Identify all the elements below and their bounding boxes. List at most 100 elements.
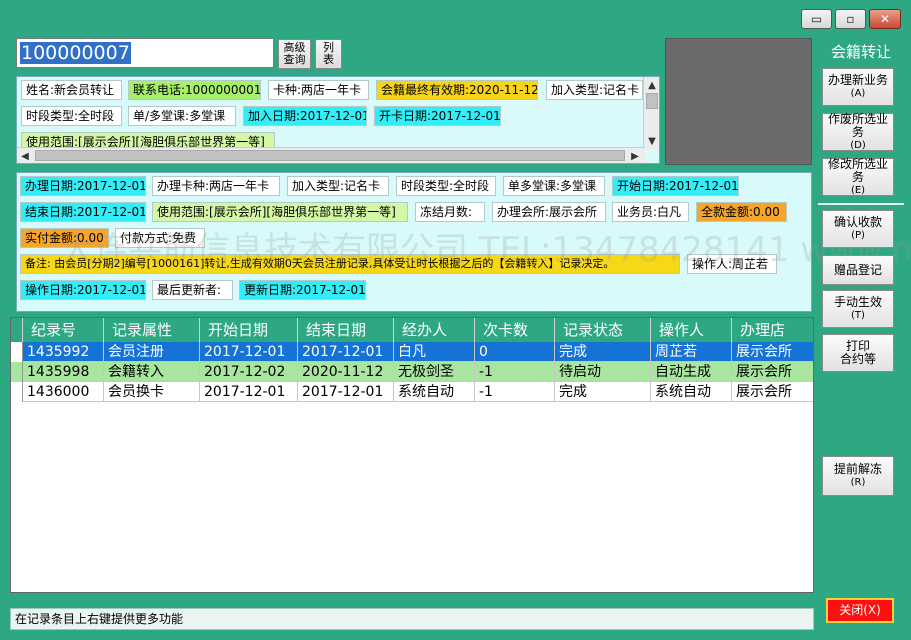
confirm-payment-button[interactable]: 确认收款 (P) [822, 210, 894, 248]
print-contract-label: 打印 合约等 [839, 339, 876, 366]
column-header[interactable]: 经办人 [394, 318, 475, 342]
detail-operation-date: 操作日期:2017-12-01 [20, 280, 146, 300]
member-time-type: 时段类型:全时段 [21, 106, 122, 126]
table-cell: 2017-12-01 [200, 382, 298, 402]
void-business-button[interactable]: 作废所选业务 (D) [822, 111, 894, 151]
records-table[interactable]: 纪录号 记录属性 开始日期 结束日期 经办人 次卡数 记录状态 操作人 办理店 … [10, 317, 814, 593]
h-scroll-thumb[interactable] [35, 150, 625, 161]
scroll-right-icon[interactable]: ▶ [627, 148, 643, 163]
scroll-up-icon[interactable]: ▲ [644, 77, 659, 93]
member-card-type: 卡种:两店一年卡 [268, 80, 369, 100]
table-row[interactable]: 1435992 会员注册 2017-12-01 2017-12-01 白凡 0 … [11, 342, 813, 362]
detail-total-amount: 全款金额:0.00 [696, 202, 787, 222]
table-cell: 1435998 [23, 362, 104, 382]
detail-handle-date: 办理日期:2017-12-01 [20, 176, 146, 196]
minimize-icon: ▭ [810, 12, 823, 26]
table-cell: 会员换卡 [104, 382, 200, 402]
info-vertical-scrollbar[interactable]: ▲ ▼ [643, 77, 659, 149]
print-contract-button[interactable]: 打印 合约等 [822, 334, 894, 372]
unfreeze-shortcut: (R) [850, 477, 866, 488]
detail-payment-method: 付款方式:免费 [115, 228, 205, 248]
detail-remark: 备注: 由会员[分期2]编号[1000161]转让,生成有效期0天会员注册记录,… [20, 254, 680, 274]
scroll-down-icon[interactable]: ▼ [644, 133, 659, 149]
table-cell: 1436000 [23, 382, 104, 402]
detail-last-updater: 最后更新者: [152, 280, 233, 300]
column-header[interactable]: 纪录号 [23, 318, 104, 342]
unfreeze-button[interactable]: 提前解冻 (R) [822, 456, 894, 496]
detail-frozen-months: 冻结月数: [415, 202, 485, 222]
table-cell: 展示会所 [732, 342, 813, 362]
table-cell: 2017-12-01 [298, 342, 394, 362]
row-selector[interactable] [11, 362, 23, 382]
gift-register-button[interactable]: 赠品登记 [822, 255, 894, 285]
table-cell: 待启动 [555, 362, 651, 382]
detail-operator: 操作人:周芷若 [687, 254, 777, 274]
member-open-date: 开卡日期:2017-12-01 [374, 106, 501, 126]
table-cell: 完成 [555, 342, 651, 362]
table-cell: 2020-11-12 [298, 362, 394, 382]
table-cell: 会籍转入 [104, 362, 200, 382]
detail-update-date: 更新日期:2017-12-01 [239, 280, 366, 300]
column-header[interactable]: 开始日期 [200, 318, 298, 342]
scroll-thumb[interactable] [646, 93, 658, 109]
confirm-payment-label: 确认收款 [833, 215, 882, 229]
close-icon: ✕ [879, 12, 891, 26]
column-header[interactable]: 记录状态 [555, 318, 651, 342]
modify-business-shortcut: (E) [850, 184, 866, 196]
detail-handle-club: 办理会所:展示会所 [492, 202, 606, 222]
table-cell: -1 [475, 362, 555, 382]
status-bar: 在记录条目上右键提供更多功能 [10, 608, 814, 630]
table-cell: 周芷若 [651, 342, 732, 362]
modify-business-button[interactable]: 修改所选业务 (E) [822, 156, 894, 196]
void-business-label: 作废所选业务 [827, 111, 888, 139]
detail-scope: 使用范围:[展示会所][海胆俱乐部世界第一等] [152, 202, 408, 222]
manual-effect-button[interactable]: 手动生效 (T) [822, 290, 894, 328]
member-name: 姓名:新会员转让 [21, 80, 122, 100]
info-horizontal-scrollbar[interactable]: ◀ ▶ [17, 147, 645, 163]
detail-end-date: 结束日期:2017-12-01 [20, 202, 146, 222]
table-cell: 自动生成 [651, 362, 732, 382]
column-header[interactable]: 操作人 [651, 318, 732, 342]
member-join-date: 加入日期:2017-12-01 [243, 106, 367, 126]
close-button[interactable]: 关闭(X) [826, 598, 894, 623]
member-info-panel: 姓名:新会员转让 联系电话:10000000011 卡种:两店一年卡 会籍最终有… [16, 76, 660, 164]
row-selector[interactable] [11, 342, 23, 362]
panel-separator [818, 203, 904, 205]
table-cell: 展示会所 [732, 362, 813, 382]
table-row[interactable]: 1435998 会籍转入 2017-12-02 2020-11-12 无极剑圣 … [11, 362, 813, 382]
minimize-button[interactable]: ▭ [801, 9, 832, 29]
detail-paid-amount: 实付金额:0.00 [20, 228, 109, 248]
restore-icon: ▫ [846, 12, 855, 26]
advanced-search-button[interactable]: 高级 查询 [278, 39, 311, 69]
table-cell: 会员注册 [104, 342, 200, 362]
gift-register-label: 赠品登记 [833, 262, 882, 277]
member-class-type: 单/多堂课:多堂课 [128, 106, 236, 126]
unfreeze-label: 提前解冻 [833, 462, 882, 476]
detail-join-type: 加入类型:记名卡 [287, 176, 389, 196]
table-cell: 完成 [555, 382, 651, 402]
new-business-button[interactable]: 办理新业务 (A) [822, 68, 894, 106]
column-header[interactable]: 次卡数 [475, 318, 555, 342]
table-cell: -1 [475, 382, 555, 402]
table-cell: 1435992 [23, 342, 104, 362]
new-business-shortcut: (A) [850, 88, 866, 99]
member-search-input[interactable]: 100000007 [16, 38, 274, 68]
row-selector[interactable] [11, 382, 23, 402]
member-phone: 联系电话:10000000011 [128, 80, 261, 100]
table-row[interactable]: 1436000 会员换卡 2017-12-01 2017-12-01 系统自动 … [11, 382, 813, 402]
column-header[interactable]: 记录属性 [104, 318, 200, 342]
table-cell: 无极剑圣 [394, 362, 475, 382]
column-header[interactable]: 办理店 [732, 318, 813, 342]
manual-effect-label: 手动生效 [833, 295, 882, 309]
modify-business-label: 修改所选业务 [827, 156, 888, 184]
detail-salesperson: 业务员:白凡 [612, 202, 689, 222]
column-header[interactable]: 结束日期 [298, 318, 394, 342]
detail-time-type: 时段类型:全时段 [396, 176, 496, 196]
restore-button[interactable]: ▫ [835, 9, 866, 29]
header-corner [11, 318, 23, 342]
scroll-left-icon[interactable]: ◀ [17, 148, 33, 163]
manual-effect-shortcut: (T) [851, 310, 865, 321]
business-details-panel: 办理日期:2017-12-01 办理卡种:两店一年卡 加入类型:记名卡 时段类型… [16, 172, 812, 312]
list-view-button[interactable]: 列 表 [315, 39, 342, 69]
close-window-button[interactable]: ✕ [869, 9, 901, 29]
